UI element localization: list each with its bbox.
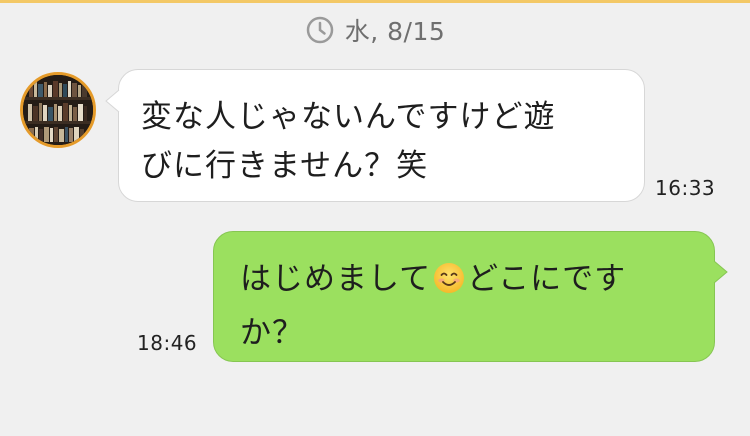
message-text-line: 変な人じゃないんですけど遊	[141, 99, 556, 135]
bookshelf-avatar-icon	[23, 75, 93, 145]
avatar[interactable]	[20, 72, 96, 148]
date-header: 水, 8/15	[0, 12, 750, 48]
clock-icon	[305, 15, 335, 45]
outgoing-bubble-tail	[713, 260, 728, 284]
top-edge	[0, 0, 750, 3]
message-text-line: びに行きません？笑	[141, 148, 429, 184]
message-time: 18:46	[137, 331, 198, 355]
message-text-line: か？	[240, 315, 304, 351]
message-time: 16:33	[655, 176, 716, 200]
message-text-part: はじめまして	[240, 261, 432, 297]
smiling-face-emoji-icon	[433, 260, 465, 309]
date-label: 水, 8/15	[344, 17, 446, 46]
outgoing-message-bubble[interactable]: はじめまして どこにです か？	[213, 231, 715, 362]
incoming-message-bubble[interactable]: 変な人じゃないんですけど遊 びに行きません？笑	[118, 69, 645, 202]
incoming-bubble-tail	[105, 89, 120, 113]
message-text-part: どこにです	[467, 261, 627, 297]
message-text-line: はじめまして どこにです	[240, 255, 692, 309]
